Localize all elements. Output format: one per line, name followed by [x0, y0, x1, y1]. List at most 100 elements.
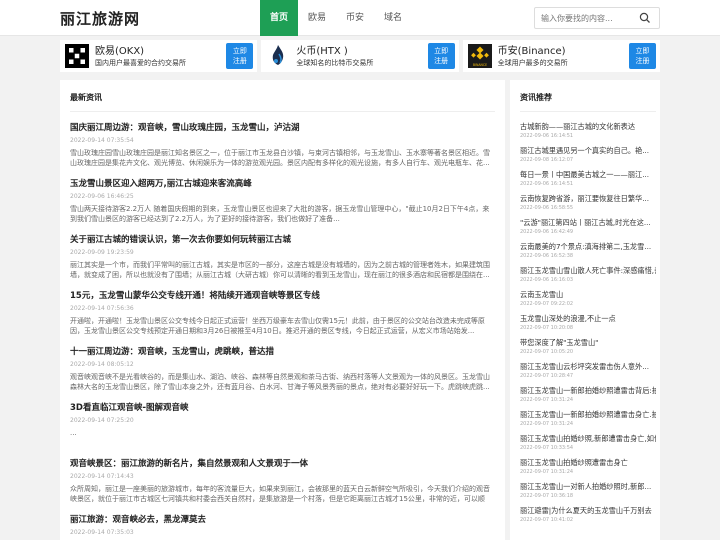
recommend-title[interactable]: 古城新韵——丽江古城的文化新表达 [520, 122, 656, 132]
exchange-card-okx[interactable]: 欧易(OKX) 国内用户最喜爱的合约交易所 立即 注册 [60, 40, 258, 72]
article-title[interactable]: 丽江旅游：观音峡必去，黑龙潭莫去 [70, 514, 495, 526]
recommend-item: 云南最美的7个景点:滇海排第二,玉龙雪... 2022-09-06 16:52:3… [520, 242, 656, 260]
recommend-title[interactable]: "云游"丽江第四站丨丽江古城,时光在这... [520, 218, 656, 228]
recommend-title[interactable]: 丽江玉龙雪山一新郎拍婚纱照遭雷击身亡.拍... [520, 410, 656, 420]
exchange-desc: 全球用户最多的交易所 [497, 58, 568, 67]
section-title: 资讯推荐 [520, 92, 656, 112]
article-title[interactable]: 观音峡景区：丽江旅游的新名片，集自然景观和人文景观于一体 [70, 458, 495, 470]
recommend-item: 古城新韵——丽江古城的文化新表达 2022-09-06 16:14:51 [520, 122, 656, 140]
recommend-title[interactable]: 云南最美的7个景点:滇海排第二,玉龙雪... [520, 242, 656, 252]
exchange-desc: 国内用户最喜爱的合约交易所 [95, 58, 186, 67]
section-title: 最新资讯 [70, 92, 495, 112]
recommend-title[interactable]: 每日一景丨中国最美古城之一——丽江... [520, 170, 656, 180]
exchange-name: 火币(HTX ) [296, 45, 348, 57]
article-item: 3D看直临江观音峡-图解观音峡 2022-09-14 07:25:20... [70, 402, 495, 448]
article-summary: 雪山两天接待游客2.2万人 随着国庆假期的到来，玉龙雪山景区也迎来了大批的游客，… [70, 205, 490, 223]
recommend-title[interactable]: 云南玉龙雪山 [520, 290, 656, 300]
article-title[interactable]: 15元，玉龙雪山蒙华公交专线开通！将陆续开通观音峡等景区专线 [70, 290, 495, 302]
recommend-title[interactable]: 带您深度了解"玉龙雪山" [520, 338, 656, 348]
recommend-item: 丽江玉龙雪山云杉坪突发雷击伤人意外... 2022-09-07 10:28:47 [520, 362, 656, 380]
binance-logo-icon: BINANCE [467, 43, 493, 69]
article-title[interactable]: 玉龙雪山景区迎入超两万,丽江古城迎来客流高峰 [70, 178, 495, 190]
recommend-item: 丽江玉龙雪山拍婚纱照,新郎遭雷击身亡,如何... 2022-09-07 10:33… [520, 434, 656, 452]
nav-binance[interactable]: 币安 [336, 0, 374, 36]
article-date: 2022-09-14 07:56:36 [70, 305, 134, 312]
article-date: 2022-09-14 07:25:20 [70, 417, 134, 424]
nav-okx[interactable]: 欧易 [298, 0, 336, 36]
recommend-item: 玉龙雪山深处的浪漫,不止一点 2022-09-07 10:20:08 [520, 314, 656, 332]
article-item: 丽江旅游：观音峡必去，黑龙潭莫去 2022-09-14 07:35:03 [70, 514, 495, 540]
recommend-title[interactable]: 丽江玉龙雪山拍婚纱照遭雷击身亡 [520, 458, 656, 468]
recommend-title[interactable]: 云南恢复跨省游，丽江要恢复往日繁华... [520, 194, 656, 204]
recommend-panel: 资讯推荐 古城新韵——丽江古城的文化新表达 2022-09-06 16:14:51… [510, 80, 660, 540]
recommend-date: 2022-09-07 10:20:08 [520, 325, 574, 331]
recommend-title[interactable]: 丽江避雷|为什么夏天的玉龙雪山千万别去 [520, 506, 656, 516]
recommend-item: 丽江玉龙雪山一新郎拍婚纱照遭雷击背后:拍... 2022-09-07 10:31:… [520, 386, 656, 404]
recommend-date: 2022-09-06 16:14:51 [520, 133, 574, 139]
article-item: 玉龙雪山景区迎入超两万,丽江古城迎来客流高峰 2022-09-06 16:46:2… [70, 178, 495, 224]
exchange-name: 币安(Binance) [497, 45, 566, 57]
recommend-date: 2022-09-07 10:31:24 [520, 469, 574, 475]
okx-logo-icon [64, 43, 90, 69]
recommend-date: 2022-09-06 16:16:03 [520, 277, 574, 283]
article-summary: 开通啦，开通啦！玉龙雪山景区公交专线今日起正式运营！坐西万级豪车去雪山仅需15元… [70, 317, 485, 335]
recommend-date: 2022-09-07 09:22:02 [520, 301, 574, 307]
recommend-date: 2022-09-06 16:58:55 [520, 205, 574, 211]
recommend-item: 每日一景丨中国最美古城之一——丽江... 2022-09-06 16:14:51 [520, 170, 656, 188]
recommend-date: 2022-09-07 10:05:20 [520, 349, 574, 355]
article-summary: 丽江其实是一个市，而我们平常叫的丽江古城，其实是市区的一部分，这座古城是没有城墙… [70, 261, 490, 279]
recommend-item: 丽江玉龙雪山一对新人拍婚纱照时,新郎... 2022-09-07 10:36:18 [520, 482, 656, 500]
recommend-title[interactable]: 丽江玉龙雪山一新郎拍婚纱照遭雷击背后:拍... [520, 386, 656, 396]
svg-text:BINANCE: BINANCE [472, 63, 486, 67]
article-item: 十一丽江周边游：观音峡，玉龙雪山，虎跳峡，普达措 2022-09-14 08:05… [70, 346, 495, 392]
recommend-title[interactable]: 玉龙雪山深处的浪漫,不止一点 [520, 314, 656, 324]
article-summary: 观音峡观音峡不是光看峡谷的，而是集山水、湖泊、峡谷、森林等自然景观和茶马古街、纳… [70, 373, 490, 391]
recommend-date: 2022-09-06 16:14:51 [520, 181, 574, 187]
article-date: 2022-09-14 07:35:03 [70, 529, 134, 536]
exchange-row: 欧易(OKX) 国内用户最喜爱的合约交易所 立即 注册 火币(HTX ) 全球知名… [60, 40, 660, 72]
article-summary: ... [70, 429, 77, 437]
article-title[interactable]: 国庆丽江周边游：观音峡，雪山玫瑰庄园，玉龙雪山，泸沽湖 [70, 122, 495, 134]
site-logo[interactable]: 丽江旅游网 [60, 8, 260, 29]
recommend-title[interactable]: 丽江玉龙雪山拍婚纱照,新郎遭雷击身亡,如何... [520, 434, 656, 444]
search-icon[interactable] [639, 12, 651, 24]
article-date: 2022-09-09 19:23:59 [70, 249, 134, 256]
register-button[interactable]: 立即 注册 [628, 43, 656, 69]
recommend-date: 2022-09-07 10:31:24 [520, 421, 574, 427]
search-input[interactable] [535, 8, 639, 28]
recommend-list: 古城新韵——丽江古城的文化新表达 2022-09-06 16:14:51 丽江古城里… [520, 122, 656, 524]
recommend-title[interactable]: 丽江玉龙雪山云杉坪突发雷击伤人意外... [520, 362, 656, 372]
nav-domain[interactable]: 域名 [374, 0, 412, 36]
article-item: 关于丽江古城的错误认识，第一次去你要如何玩转丽江古城 2022-09-09 19:… [70, 234, 495, 280]
article-title[interactable]: 关于丽江古城的错误认识，第一次去你要如何玩转丽江古城 [70, 234, 495, 246]
recommend-date: 2022-09-07 10:28:47 [520, 373, 574, 379]
header: 丽江旅游网 首页 欧易 币安 域名 [0, 0, 720, 36]
article-title[interactable]: 十一丽江周边游：观音峡，玉龙雪山，虎跳峡，普达措 [70, 346, 495, 358]
recommend-title[interactable]: 丽江玉龙雪山一对新人拍婚纱照时,新郎... [520, 482, 656, 492]
exchange-card-htx[interactable]: 火币(HTX ) 全球知名的比特币交易所 立即 注册 [261, 40, 459, 72]
nav-home[interactable]: 首页 [260, 0, 299, 36]
article-summary: 众所周知，丽江是一座美丽的旅游城市，每年的客流量巨大，如果来到丽江，会被那里的蓝… [70, 485, 490, 503]
recommend-date: 2022-09-06 16:52:38 [520, 253, 574, 259]
recommend-title[interactable]: 丽江古城里遇见另一个真实的自己。艳... [520, 146, 656, 156]
recommend-date: 2022-09-08 16:12:07 [520, 157, 574, 163]
register-button[interactable]: 立即 注册 [226, 43, 254, 69]
recommend-item: 丽江玉龙雪山拍婚纱照遭雷击身亡 2022-09-07 10:31:24 [520, 458, 656, 476]
htx-logo-icon [265, 43, 291, 69]
recommend-item: 丽江玉龙雪山一新郎拍婚纱照遭雷击身亡.拍... 2022-09-07 10:31:… [520, 410, 656, 428]
recommend-date: 2022-09-07 10:31:24 [520, 397, 574, 403]
recommend-title[interactable]: 丽江玉龙雪山雪山散人死亡事件:深感痛惜,善... [520, 266, 656, 276]
recommend-date: 2022-09-07 10:36:18 [520, 493, 574, 499]
article-item: 国庆丽江周边游：观音峡，雪山玫瑰庄园，玉龙雪山，泸沽湖 2022-09-14 07… [70, 122, 495, 168]
register-button[interactable]: 立即 注册 [427, 43, 455, 69]
article-title[interactable]: 3D看直临江观音峡-图解观音峡 [70, 402, 495, 414]
article-date: 2022-09-06 16:46:25 [70, 193, 134, 200]
recommend-date: 2022-09-06 16:42:49 [520, 229, 574, 235]
recommend-date: 2022-09-07 10:33:54 [520, 445, 574, 451]
exchange-card-binance[interactable]: BINANCE 币安(Binance) 全球用户最多的交易所 立即 注册 [462, 40, 660, 72]
search-box [534, 7, 660, 29]
article-item: 15元，玉龙雪山蒙华公交专线开通！将陆续开通观音峡等景区专线 2022-09-14… [70, 290, 495, 336]
recommend-item: "云游"丽江第四站丨丽江古城,时光在这... 2022-09-06 16:42:4… [520, 218, 656, 236]
article-item: 观音峡景区：丽江旅游的新名片，集自然景观和人文景观于一体 2022-09-14 0… [70, 458, 495, 504]
main-content: 最新资讯 国庆丽江周边游：观音峡，雪山玫瑰庄园，玉龙雪山，泸沽湖 2022-09-… [60, 80, 660, 540]
